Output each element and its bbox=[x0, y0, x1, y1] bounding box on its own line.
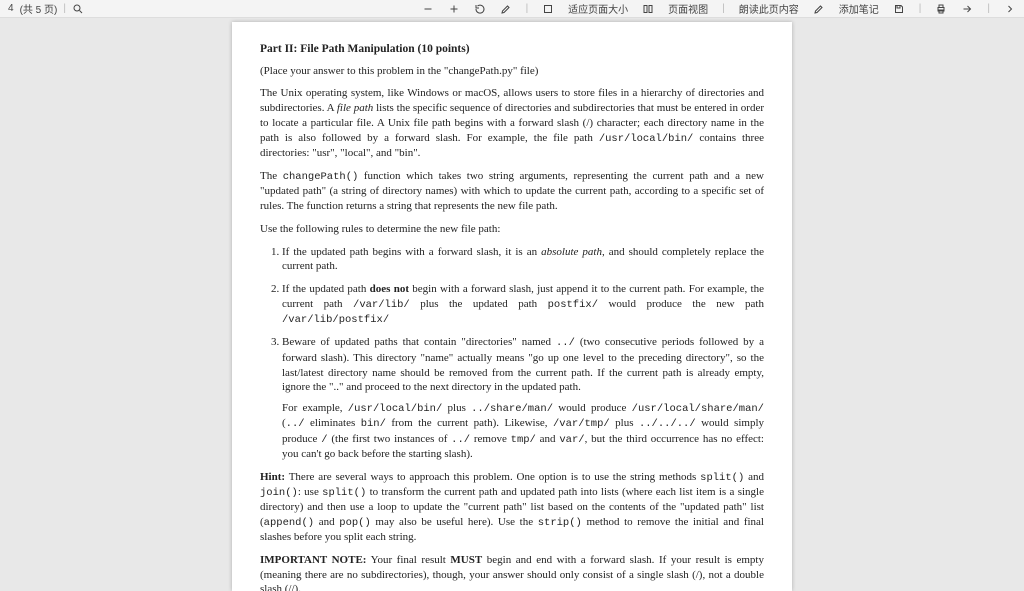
search-icon[interactable] bbox=[72, 3, 84, 15]
text: If the updated path begins with a forwar… bbox=[282, 246, 541, 258]
code: changePath() bbox=[283, 171, 359, 183]
text: Beware of updated paths that contain "di… bbox=[282, 336, 556, 348]
viewer-toolbar: 4 (共 5 页) | | 适应页面大小 页面视图 | 朗读此页内容 添加笔记 … bbox=[0, 0, 1024, 18]
rule-3-example: For example, /usr/local/bin/ plus ../sha… bbox=[282, 401, 764, 461]
code: postfix/ bbox=[548, 299, 598, 311]
text: If the updated path bbox=[282, 283, 370, 295]
print-icon[interactable] bbox=[935, 3, 947, 15]
text-bold: IMPORTANT NOTE: bbox=[260, 554, 366, 566]
code: /usr/local/bin/ bbox=[599, 133, 694, 145]
document-viewport[interactable]: Part II: File Path Manipulation (10 poin… bbox=[0, 18, 1024, 591]
code: /var/tmp/ bbox=[553, 418, 610, 430]
code: strip() bbox=[538, 517, 582, 529]
code: ../ bbox=[286, 418, 305, 430]
code: bin/ bbox=[361, 418, 386, 430]
code: var/ bbox=[559, 434, 584, 446]
code: split() bbox=[322, 487, 366, 499]
document-page: Part II: File Path Manipulation (10 poin… bbox=[232, 22, 792, 591]
separator: | bbox=[987, 3, 990, 14]
hint-paragraph: Hint: There are several ways to approach… bbox=[260, 470, 764, 545]
page-view-label[interactable]: 页面视图 bbox=[668, 1, 708, 16]
text: plus bbox=[442, 402, 471, 414]
section-heading: Part II: File Path Manipulation (10 poin… bbox=[260, 42, 764, 58]
code: ../share/man/ bbox=[471, 403, 553, 415]
more-icon[interactable] bbox=[1004, 3, 1016, 15]
zoom-in-icon[interactable] bbox=[448, 3, 460, 15]
share-icon[interactable] bbox=[961, 3, 973, 15]
page-number[interactable]: 4 bbox=[8, 3, 14, 14]
paragraph-1: The Unix operating system, like Windows … bbox=[260, 86, 764, 161]
code: append() bbox=[264, 517, 314, 529]
separator: | bbox=[63, 3, 66, 14]
rule-1: If the updated path begins with a forwar… bbox=[282, 245, 764, 275]
text: There are several ways to approach this … bbox=[285, 471, 700, 483]
code: split() bbox=[700, 472, 744, 484]
page-total: (共 5 页) bbox=[20, 1, 58, 16]
read-aloud-label[interactable]: 朗读此页内容 bbox=[739, 1, 799, 16]
rotate-icon[interactable] bbox=[474, 3, 486, 15]
text-bold: does not bbox=[370, 283, 409, 295]
text: Your final result bbox=[366, 554, 450, 566]
separator: | bbox=[526, 3, 529, 14]
text: may also be useful here). Use the bbox=[371, 516, 538, 528]
important-note: IMPORTANT NOTE: Your final result MUST b… bbox=[260, 553, 764, 591]
instruction-line: (Place your answer to this problem in th… bbox=[260, 64, 764, 79]
rules-list: If the updated path begins with a forwar… bbox=[282, 245, 764, 462]
code: pop() bbox=[339, 517, 371, 529]
code: /var/lib/postfix/ bbox=[282, 314, 389, 326]
text-bold: Hint: bbox=[260, 471, 285, 483]
text: eliminates bbox=[305, 417, 361, 429]
text: plus the updated path bbox=[410, 298, 548, 310]
note-icon[interactable] bbox=[813, 3, 825, 15]
paragraph-2: The changePath() function which takes tw… bbox=[260, 169, 764, 214]
text: from the current path). Likewise, bbox=[386, 417, 553, 429]
text: The bbox=[260, 170, 283, 182]
text: would produce bbox=[553, 402, 632, 414]
text: remove bbox=[470, 433, 511, 445]
text: and bbox=[744, 471, 764, 483]
rule-2: If the updated path does not begin with … bbox=[282, 282, 764, 327]
code: ../../../ bbox=[639, 418, 696, 430]
fit-page-icon[interactable] bbox=[542, 3, 554, 15]
text: (the first two instances of bbox=[328, 433, 452, 445]
text: For example, bbox=[282, 402, 348, 414]
code: /usr/local/bin/ bbox=[348, 403, 443, 415]
separator: | bbox=[919, 3, 922, 14]
text: and bbox=[314, 516, 339, 528]
add-note-label[interactable]: 添加笔记 bbox=[839, 1, 879, 16]
code: ../ bbox=[451, 434, 470, 446]
rules-intro: Use the following rules to determine the… bbox=[260, 222, 764, 237]
page-view-icon[interactable] bbox=[642, 3, 654, 15]
text-bold: MUST bbox=[450, 554, 482, 566]
save-icon[interactable] bbox=[893, 3, 905, 15]
rule-3: Beware of updated paths that contain "di… bbox=[282, 335, 764, 461]
code: ../ bbox=[556, 337, 575, 349]
text: : use bbox=[298, 486, 322, 498]
separator: | bbox=[722, 3, 725, 14]
fit-page-label[interactable]: 适应页面大小 bbox=[568, 1, 628, 16]
code: tmp/ bbox=[511, 434, 536, 446]
text: and bbox=[536, 433, 559, 445]
text: plus bbox=[610, 417, 639, 429]
zoom-out-icon[interactable] bbox=[422, 3, 434, 15]
code: /var/lib/ bbox=[353, 299, 410, 311]
edit-icon[interactable] bbox=[500, 3, 512, 15]
text-italic: absolute path bbox=[541, 246, 602, 258]
code: join() bbox=[260, 487, 298, 499]
text: would produce the new path bbox=[598, 298, 764, 310]
code: /usr/local/share/man/ bbox=[632, 403, 764, 415]
text-italic: file path bbox=[337, 102, 373, 114]
